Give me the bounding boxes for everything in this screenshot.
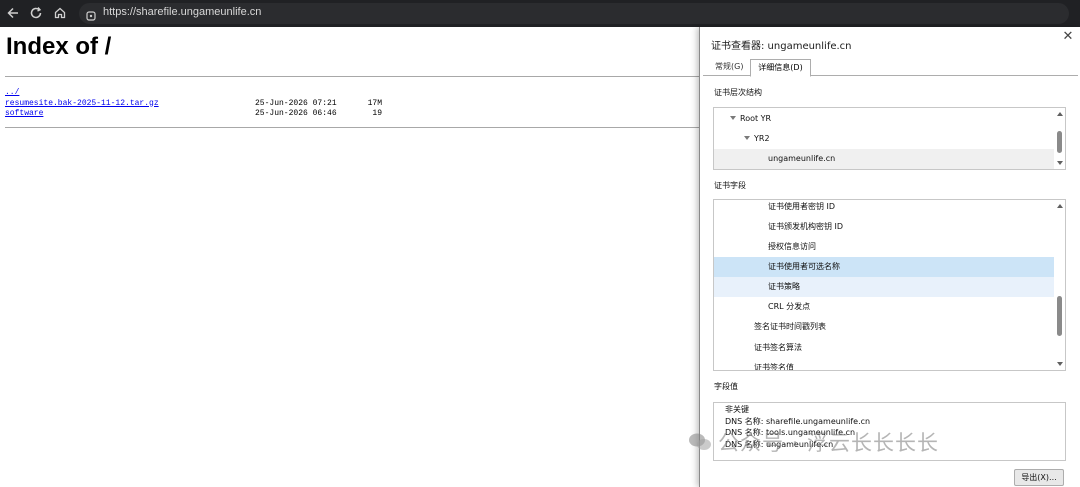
tree-item-intermediate[interactable]: YR2: [714, 129, 1054, 149]
field-item[interactable]: 证书签名值: [714, 358, 1054, 370]
field-item[interactable]: 授权信息访问: [714, 237, 1054, 257]
home-icon[interactable]: [50, 3, 70, 23]
tree-item-root[interactable]: Root YR: [714, 109, 1054, 129]
field-item[interactable]: 证书策略: [714, 277, 1054, 297]
expand-triangle-icon: [744, 136, 750, 140]
back-arrow-icon[interactable]: [3, 3, 23, 23]
tree-item-leaf[interactable]: ungameunlife.cn: [714, 149, 1054, 169]
tab-details[interactable]: 详细信息(D): [750, 59, 811, 77]
scroll-thumb[interactable]: [1057, 296, 1062, 336]
field-item[interactable]: 证书颁发机构密钥 ID: [714, 217, 1054, 237]
close-icon[interactable]: ✕: [1060, 29, 1076, 45]
export-button[interactable]: 导出(X)...: [1014, 469, 1064, 486]
browser-toolbar: https://sharefile.ungameunlife.cn: [0, 0, 1080, 27]
dialog-tabs: 常规(G) 详细信息(D): [703, 58, 1078, 77]
tab-general[interactable]: 常规(G): [711, 59, 747, 76]
hierarchy-tree: Root YR YR2 ungameunlife.cn: [713, 107, 1066, 170]
divider-top: [5, 76, 705, 77]
reload-icon[interactable]: [26, 3, 46, 23]
field-value-box[interactable]: 非关键 DNS 名称: sharefile.ungameunlife.cn DN…: [713, 402, 1066, 461]
site-info-icon[interactable]: [85, 7, 97, 26]
file-size: 17M: [367, 98, 382, 108]
value-line: DNS 名称: sharefile.ungameunlife.cn: [725, 416, 871, 426]
field-item[interactable]: 证书签名算法: [714, 338, 1054, 358]
scroll-up-icon[interactable]: [1057, 112, 1063, 116]
file-link[interactable]: ../: [5, 88, 19, 99]
value-line: DNS 名称: ungameunlife.cn: [725, 439, 834, 449]
expand-triangle-icon: [730, 116, 736, 120]
scroll-thumb[interactable]: [1057, 131, 1062, 153]
divider-bottom: [5, 127, 705, 128]
url-text: https://sharefile.ungameunlife.cn: [103, 6, 262, 18]
fields-label: 证书字段: [714, 181, 746, 190]
file-size: 19: [372, 109, 382, 118]
dialog-title: 证书查看器: ungameunlife.cn: [711, 41, 852, 52]
field-item[interactable]: CRL 分发点: [714, 297, 1054, 317]
file-link[interactable]: resumesite.bak-2025-11-12.tar.gz: [5, 99, 159, 110]
scroll-down-icon[interactable]: [1057, 161, 1063, 165]
hierarchy-scrollbar[interactable]: [1054, 108, 1065, 169]
value-line: DNS 名称: tools.ungameunlife.cn: [725, 428, 856, 437]
fields-scrollbar[interactable]: [1054, 200, 1065, 370]
scroll-down-icon[interactable]: [1057, 362, 1063, 366]
field-item[interactable]: 签名证书时间戳列表: [714, 317, 1054, 337]
hierarchy-label: 证书层次结构: [714, 88, 762, 97]
field-item[interactable]: 证书使用者密钥 ID: [714, 200, 1054, 217]
file-date: 25-Jun-2026 06:46: [255, 109, 337, 118]
field-item-selected[interactable]: 证书使用者可选名称: [714, 257, 1054, 277]
certificate-viewer-dialog: 证书查看器: ungameunlife.cn ✕ 常规(G) 详细信息(D) 证…: [699, 27, 1080, 487]
file-date: 25-Jun-2026 07:21: [255, 98, 337, 108]
file-link[interactable]: software: [5, 109, 43, 120]
page-title: Index of /: [6, 33, 112, 60]
scroll-up-icon[interactable]: [1057, 204, 1063, 208]
value-label: 字段值: [714, 382, 738, 391]
fields-list: 证书使用者密钥 ID 证书颁发机构密钥 ID 授权信息访问 证书使用者可选名称 …: [713, 199, 1066, 371]
address-bar[interactable]: https://sharefile.ungameunlife.cn: [79, 3, 1069, 24]
value-line: 非关键: [725, 405, 749, 414]
